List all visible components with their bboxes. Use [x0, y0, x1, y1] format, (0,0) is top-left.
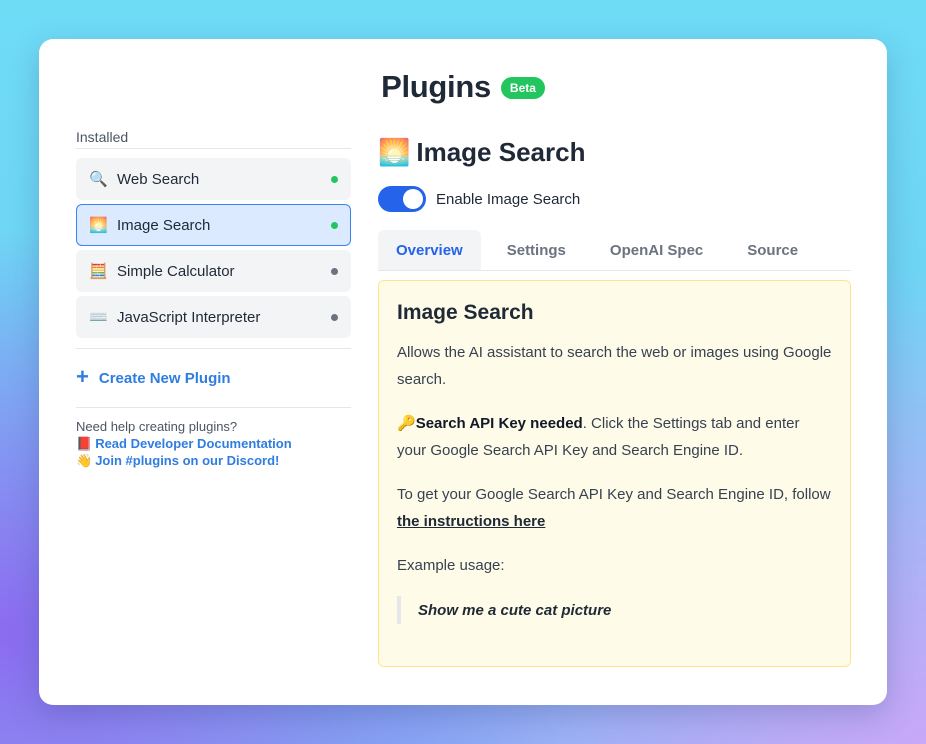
- disabled-status-dot: [331, 313, 338, 321]
- abacus-icon: 🧮: [89, 263, 108, 280]
- page-title: Plugins: [381, 69, 491, 104]
- toggle-knob: [403, 189, 423, 209]
- tab-overview[interactable]: Overview: [378, 230, 481, 270]
- help-section: Need help creating plugins? 📕 Read Devel…: [76, 418, 351, 469]
- example-label: Example usage:: [397, 557, 505, 574]
- enable-toggle-row: Enable Image Search: [378, 186, 851, 212]
- api-key-notice: 🔑Search API Key needed. Click the Settin…: [397, 410, 832, 464]
- overview-heading: Image Search: [397, 301, 534, 324]
- create-new-plugin-button[interactable]: + Create New Plugin: [76, 349, 351, 407]
- red-book-icon: 📕: [76, 436, 93, 451]
- sidebar-item-image-search[interactable]: 🌅 Image Search: [76, 204, 351, 246]
- overview-panel: Image Search Allows the AI assistant to …: [378, 280, 851, 667]
- instructions-text: To get your Google Search API Key and Se…: [397, 481, 832, 535]
- api-key-notice-bold: Search API Key needed: [415, 415, 583, 432]
- developer-docs-link[interactable]: Read Developer Documentation: [95, 435, 292, 452]
- sidebar-item-label: Image Search: [117, 216, 211, 234]
- sidebar-item-label: JavaScript Interpreter: [117, 308, 261, 326]
- example-quote: Show me a cute cat picture: [397, 596, 832, 624]
- magnifier-icon: 🔍: [89, 171, 108, 188]
- plugin-title-text: Image Search: [416, 137, 586, 167]
- enabled-status-dot: [331, 175, 338, 183]
- overview-description: Allows the AI assistant to search the we…: [397, 344, 832, 388]
- enable-plugin-toggle[interactable]: [378, 186, 426, 212]
- enabled-status-dot: [331, 221, 338, 229]
- keyboard-icon: ⌨️: [89, 309, 108, 326]
- plugin-tabs: Overview Settings OpenAI Spec Source: [378, 230, 851, 271]
- instructions-prefix: To get your Google Search API Key and Se…: [397, 486, 831, 503]
- waving-hand-icon: 👋: [76, 453, 93, 468]
- tab-openai-spec[interactable]: OpenAI Spec: [592, 230, 721, 270]
- sidebar-item-label: Web Search: [117, 170, 200, 188]
- help-question: Need help creating plugins?: [76, 419, 238, 434]
- key-icon: 🔑: [397, 415, 416, 432]
- beta-badge: Beta: [500, 77, 545, 99]
- plugin-detail: 🌅 Image Search Enable Image Search Overv…: [378, 137, 851, 667]
- page-header: Plugins Beta: [39, 69, 887, 105]
- sidebar-divider: [76, 407, 351, 408]
- tab-source[interactable]: Source: [729, 230, 816, 270]
- discord-link[interactable]: Join #plugins on our Discord!: [95, 452, 279, 469]
- tab-settings[interactable]: Settings: [489, 230, 584, 270]
- plugin-title: 🌅 Image Search: [378, 137, 851, 168]
- sunrise-image-icon: 🌅: [89, 217, 108, 234]
- sidebar: Installed 🔍 Web Search 🌅 Image Search 🧮 …: [76, 129, 351, 469]
- plugins-window: Plugins Beta Installed 🔍 Web Search 🌅 Im…: [39, 39, 887, 705]
- plus-icon: +: [76, 364, 89, 389]
- disabled-status-dot: [331, 267, 338, 275]
- sidebar-item-simple-calculator[interactable]: 🧮 Simple Calculator: [76, 250, 351, 292]
- sidebar-item-javascript-interpreter[interactable]: ⌨️ JavaScript Interpreter: [76, 296, 351, 338]
- sidebar-item-web-search[interactable]: 🔍 Web Search: [76, 158, 351, 200]
- enable-toggle-label: Enable Image Search: [436, 190, 581, 208]
- sidebar-item-label: Simple Calculator: [117, 262, 235, 280]
- instructions-link[interactable]: the instructions here: [397, 513, 545, 530]
- create-plugin-label: Create New Plugin: [98, 369, 231, 387]
- installed-label: Installed: [76, 129, 351, 149]
- sunrise-image-icon: 🌅: [378, 137, 411, 167]
- plugin-list: 🔍 Web Search 🌅 Image Search 🧮 Simple Cal…: [76, 158, 351, 338]
